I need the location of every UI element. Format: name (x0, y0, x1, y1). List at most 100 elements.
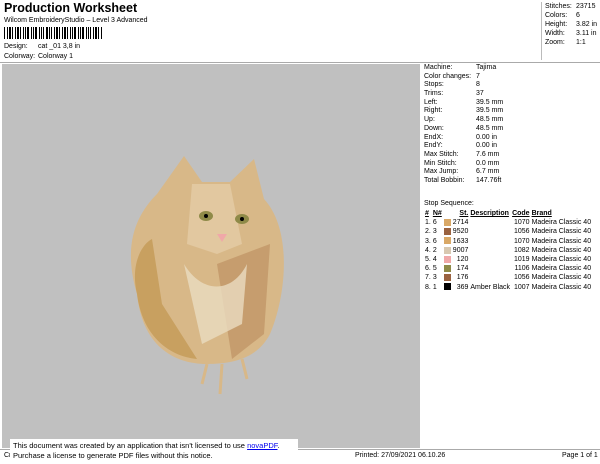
printed-date: Printed: 27/09/2021 06.10.26 (355, 452, 446, 459)
stitch-count: 120 (456, 256, 469, 264)
novapdf-link[interactable]: novaPDF (247, 441, 277, 450)
info-row: Color changes: 7 (422, 73, 600, 82)
info-key: Machine: (424, 64, 453, 71)
info-key: EndX: (424, 133, 444, 141)
info-value: 7.6 mm (476, 150, 500, 158)
colorway-label: Colorway: (4, 53, 36, 60)
info-key: Right: (424, 107, 443, 115)
color-swatch (443, 255, 452, 264)
column-header: Code (512, 210, 530, 218)
info-key: Height: (545, 21, 568, 28)
info-key: Stops: (424, 81, 444, 89)
description (469, 264, 511, 273)
info-row: Total Bobbin: 147.76ft (422, 177, 600, 186)
table-row: 1. 6 2714 1070 Madeira Classic 40 (424, 218, 592, 227)
stats-panel: Stitches: 23715 Colors: 6 Height: 3.82 in Widt… (541, 2, 600, 60)
info-row: Height: 3.82 in (545, 20, 600, 29)
brand: Madeira Classic 40 (531, 274, 592, 282)
color-swatch (443, 227, 452, 236)
info-value: Tajima (476, 64, 497, 71)
table-row: 5. 4 120 1019 Madeira Classic 40 (424, 255, 592, 264)
stop-sequence: Stop Sequence: # N# St. Description Code Bran… (422, 199, 600, 292)
code: 1007 (513, 283, 530, 291)
table-row: 2. 3 9520 1056 Madeira Classic 40 (424, 227, 592, 236)
stop-index: 4. (425, 246, 431, 254)
color-swatch (443, 264, 452, 273)
needle: 2 (432, 246, 437, 254)
info-key: Up: (424, 116, 435, 124)
stitch-count: 176 (456, 274, 469, 282)
divider (0, 62, 600, 63)
color-swatch (443, 246, 452, 255)
description (469, 227, 511, 236)
code: 1056 (513, 274, 530, 282)
stitch-count: 2714 (452, 219, 469, 227)
stitch-count: 174 (456, 265, 469, 273)
needle: 4 (432, 256, 437, 264)
stop-sequence-table: # N# St. Description Code Brand 1. 6 2714 1070 Ma… (424, 209, 592, 292)
info-value: 6.7 mm (476, 168, 500, 176)
info-row: Trims: 37 (422, 90, 600, 99)
page-title: Production Worksheet (4, 1, 138, 15)
column-header: Description (470, 210, 509, 218)
info-value: 0.00 in (476, 133, 498, 141)
info-value: 3.82 in (576, 21, 598, 28)
color-swatch (443, 283, 452, 292)
stop-index: 1. (425, 219, 431, 227)
info-row: EndY: 0.00 in (422, 142, 600, 151)
description (469, 255, 511, 264)
info-value: 0.00 in (476, 142, 498, 150)
cat-embroidery-image (130, 156, 284, 395)
info-row: Left: 39.5 mm (422, 99, 600, 108)
needle: 6 (432, 219, 437, 227)
brand: Madeira Classic 40 (531, 265, 592, 273)
machine-info-panel: Machine: Tajima Color changes: 7 Stops: 8 Trim… (422, 64, 600, 186)
info-key: Colors: (545, 12, 568, 19)
info-key: Color changes: (424, 72, 472, 80)
stop-index: 5. (425, 256, 431, 264)
info-row: Stops: 8 (422, 81, 600, 90)
code: 1056 (513, 228, 530, 236)
needle: 6 (432, 237, 437, 245)
info-value: 48.5 mm (476, 116, 504, 124)
info-key: Width: (545, 30, 565, 37)
column-header: N# (432, 210, 442, 218)
stitch-count: 9007 (452, 246, 469, 254)
info-key: Trims: (424, 90, 444, 98)
description (469, 237, 511, 246)
brand: Madeira Classic 40 (531, 246, 592, 254)
info-row: Down: 48.5 mm (422, 125, 600, 134)
color-swatch (443, 273, 452, 282)
column-header: Brand (531, 210, 552, 218)
info-key: EndY: (424, 142, 443, 150)
colorway-value: Colorway 1 (38, 53, 74, 60)
notice-text: This document was created by an applicat… (13, 441, 248, 450)
notice-period: . (277, 441, 280, 450)
info-row: EndX: 0.00 in (422, 134, 600, 143)
brand: Madeira Classic 40 (531, 228, 592, 236)
stop-index: 2. (425, 228, 431, 236)
column-header: # (425, 210, 429, 218)
info-key: Max Stitch: (424, 150, 459, 158)
info-key: Total Bobbin: (424, 176, 465, 184)
color-swatch (443, 218, 452, 227)
description (469, 246, 511, 255)
info-row: Max Stitch: 7.6 mm (422, 151, 600, 160)
info-key: Stitches: (545, 3, 572, 10)
info-key: Down: (424, 124, 444, 132)
design-value: cat _01 3,8 in (38, 43, 81, 50)
info-key: Max Jump: (424, 168, 459, 176)
info-row: Right: 39.5 mm (422, 107, 600, 116)
info-row: Zoom: 1:1 (545, 38, 600, 47)
table-row: 8. 1 369 Amber Black 1007 Madeira Classic 40 (424, 283, 592, 292)
info-value: 0.0 mm (476, 159, 500, 167)
info-value: 1:1 (576, 39, 586, 46)
stitch-count: 1633 (452, 237, 469, 245)
needle: 5 (432, 265, 437, 273)
stop-index: 6. (425, 265, 431, 273)
info-value: 3.11 in (576, 30, 597, 37)
brand: Madeira Classic 40 (531, 256, 592, 264)
description: Amber Black (470, 283, 511, 291)
info-value: 23715 (576, 3, 596, 10)
needle: 3 (432, 228, 437, 236)
